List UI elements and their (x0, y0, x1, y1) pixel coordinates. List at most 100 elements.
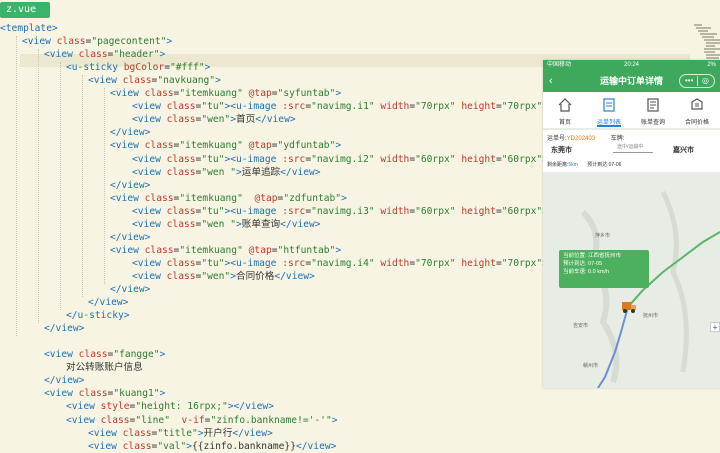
code-line[interactable]: </view> (110, 231, 150, 244)
code-token: "fangge" (113, 349, 160, 361)
code-line[interactable]: <view class="tu"><u-image :src="navimg.i… (132, 205, 583, 218)
code-line[interactable]: <view class="kuang1"> (44, 387, 165, 400)
mini-program-capsule[interactable]: ••• ◎ (679, 74, 715, 88)
code-token: "pagecontent" (91, 36, 167, 48)
code-token: :src (282, 257, 306, 269)
code-token: ><u-image (224, 101, 283, 113)
code-token: class (144, 88, 174, 100)
code-token: <view (88, 75, 123, 87)
code-token: </view> (110, 179, 151, 191)
code-line[interactable]: <view class="tu"><u-image :src="navimg.i… (132, 100, 583, 113)
code-line[interactable]: <view class="tu"><u-image :src="navimg.i… (132, 257, 583, 270)
battery-label: 2% (707, 62, 716, 68)
phone-nav-row: 首页 运单列表 账单查询 合同价格 (543, 92, 720, 128)
code-line[interactable]: <view class="itemkuang" @tap="htfuntab"> (110, 244, 341, 257)
code-line[interactable]: <view class="title">开户行</view> (88, 427, 273, 440)
code-token: "line" (135, 414, 170, 426)
code-token: width (380, 101, 410, 113)
code-line[interactable]: <view class="itemkuang" @tap="ydfuntab"> (110, 139, 341, 152)
code-token: class (122, 75, 152, 87)
code-line[interactable]: <view class="pagecontent"> (22, 35, 172, 48)
code-token: <view (132, 166, 167, 178)
code-token: "ydfuntab" (277, 140, 336, 152)
code-line[interactable]: </view> (110, 283, 150, 296)
more-dots-icon[interactable]: ••• (685, 75, 693, 87)
code-line[interactable]: <view class="wen ">账单查询</view> (132, 218, 321, 231)
code-line[interactable]: <view class="line" v-if="zinfo.bankname!… (66, 414, 338, 427)
code-line[interactable]: <view class="navkuang"> (88, 74, 221, 87)
eta-label: 预计到达: (587, 162, 609, 168)
code-token: </view> (280, 218, 321, 230)
code-token: style (100, 401, 130, 413)
code-token: <view (132, 205, 167, 217)
code-token: "navimg.i4" (311, 257, 375, 269)
code-token: <u-sticky (66, 62, 124, 74)
file-tab[interactable]: z.vue (0, 2, 50, 18)
code-token: > (331, 414, 338, 426)
code-token: "title" (157, 427, 198, 439)
code-line[interactable]: </view> (88, 296, 128, 309)
nav-item-contract-price[interactable]: 合同价格 (675, 92, 719, 128)
code-token: <template> (0, 23, 58, 34)
code-token: class (166, 166, 196, 178)
code-line[interactable]: <view class="header"> (44, 48, 165, 61)
code-token: 开户行 (203, 427, 233, 439)
code-token: "wen" (201, 114, 231, 126)
editor-tab-bar: z.vue (0, 0, 720, 20)
minimap-line (704, 39, 720, 41)
code-token: class (166, 270, 196, 282)
code-line[interactable]: </view> (110, 126, 150, 139)
code-token: > (204, 62, 211, 74)
code-token: @tap (248, 140, 272, 152)
order-number: YD202403 (566, 136, 596, 142)
home-icon (558, 98, 572, 112)
code-line[interactable]: <view class="wen ">运单追踪</view> (132, 166, 321, 179)
code-token: "itemkuang" (179, 192, 243, 204)
code-token: 对公转账账户信息 (66, 362, 143, 374)
nav-item-bill-query[interactable]: 账单查询 (631, 92, 675, 128)
code-token: > (166, 36, 173, 48)
code-line[interactable]: </view> (44, 374, 84, 387)
code-line[interactable]: <view class="val">{{zinfo.bankname}}</vi… (88, 440, 336, 453)
code-token: class (166, 153, 196, 165)
eta-value: 07-06 (608, 162, 622, 168)
code-token: > (335, 140, 342, 152)
code-line[interactable]: 对公转账账户信息 (66, 361, 143, 374)
code-line[interactable]: </view> (44, 322, 84, 335)
code-token: </view> (110, 127, 151, 139)
code-line[interactable]: </view> (110, 179, 150, 192)
code-token: > (335, 244, 342, 256)
code-line[interactable]: <view class="wen">合同价格</view> (132, 270, 315, 283)
to-city: 嘉兴市 (673, 147, 694, 154)
close-target-icon[interactable]: ◎ (702, 75, 709, 87)
popup-speed: 当前车速: 0.0 km/h (563, 269, 610, 275)
indent-guide (60, 62, 62, 310)
code-token: "60rpx" (415, 153, 456, 165)
code-line[interactable]: <view class="tu"><u-image :src="navimg.i… (132, 153, 583, 166)
truck-marker-icon[interactable] (621, 300, 637, 314)
code-token: "70rpx" (501, 101, 543, 113)
plate-label: 车牌: (610, 136, 625, 142)
distance-label: 剩余距离: (547, 162, 569, 168)
status-time: 20:24 (623, 62, 639, 68)
code-line[interactable]: <view style="height: 16rpx;"></view> (66, 400, 274, 413)
code-line[interactable]: <view class="itemkuang" @tap="syfuntab"> (110, 87, 341, 100)
code-line[interactable]: <template> (0, 22, 58, 35)
indent-guide (104, 88, 106, 284)
map-zoom-in-button[interactable]: + (710, 322, 720, 332)
minimap-line (698, 30, 708, 32)
code-line[interactable]: </u-sticky> (66, 309, 130, 322)
nav-item-home[interactable]: 首页 (543, 92, 587, 128)
code-line[interactable]: <view class="itemkuang" @tap="zdfuntab"> (110, 192, 347, 205)
code-token: ><u-image (224, 257, 283, 269)
code-line[interactable]: <view class="wen">首页</view> (132, 113, 296, 126)
minimap-line (696, 27, 711, 29)
nav-item-waybill-list[interactable]: 运单列表 (587, 92, 631, 128)
code-line[interactable]: <u-sticky bgColor="#fff"> (66, 61, 210, 74)
code-token: height (461, 101, 496, 113)
code-line[interactable]: <view class="fangge"> (44, 348, 165, 361)
map-label: 吉安市 (573, 323, 589, 329)
route-map[interactable]: 萍乡市 吉安市 抚州市 赣州市 当前位置: 江西省抚州市 预计到达: 07-05… (543, 172, 720, 388)
minimap-line (700, 33, 717, 35)
